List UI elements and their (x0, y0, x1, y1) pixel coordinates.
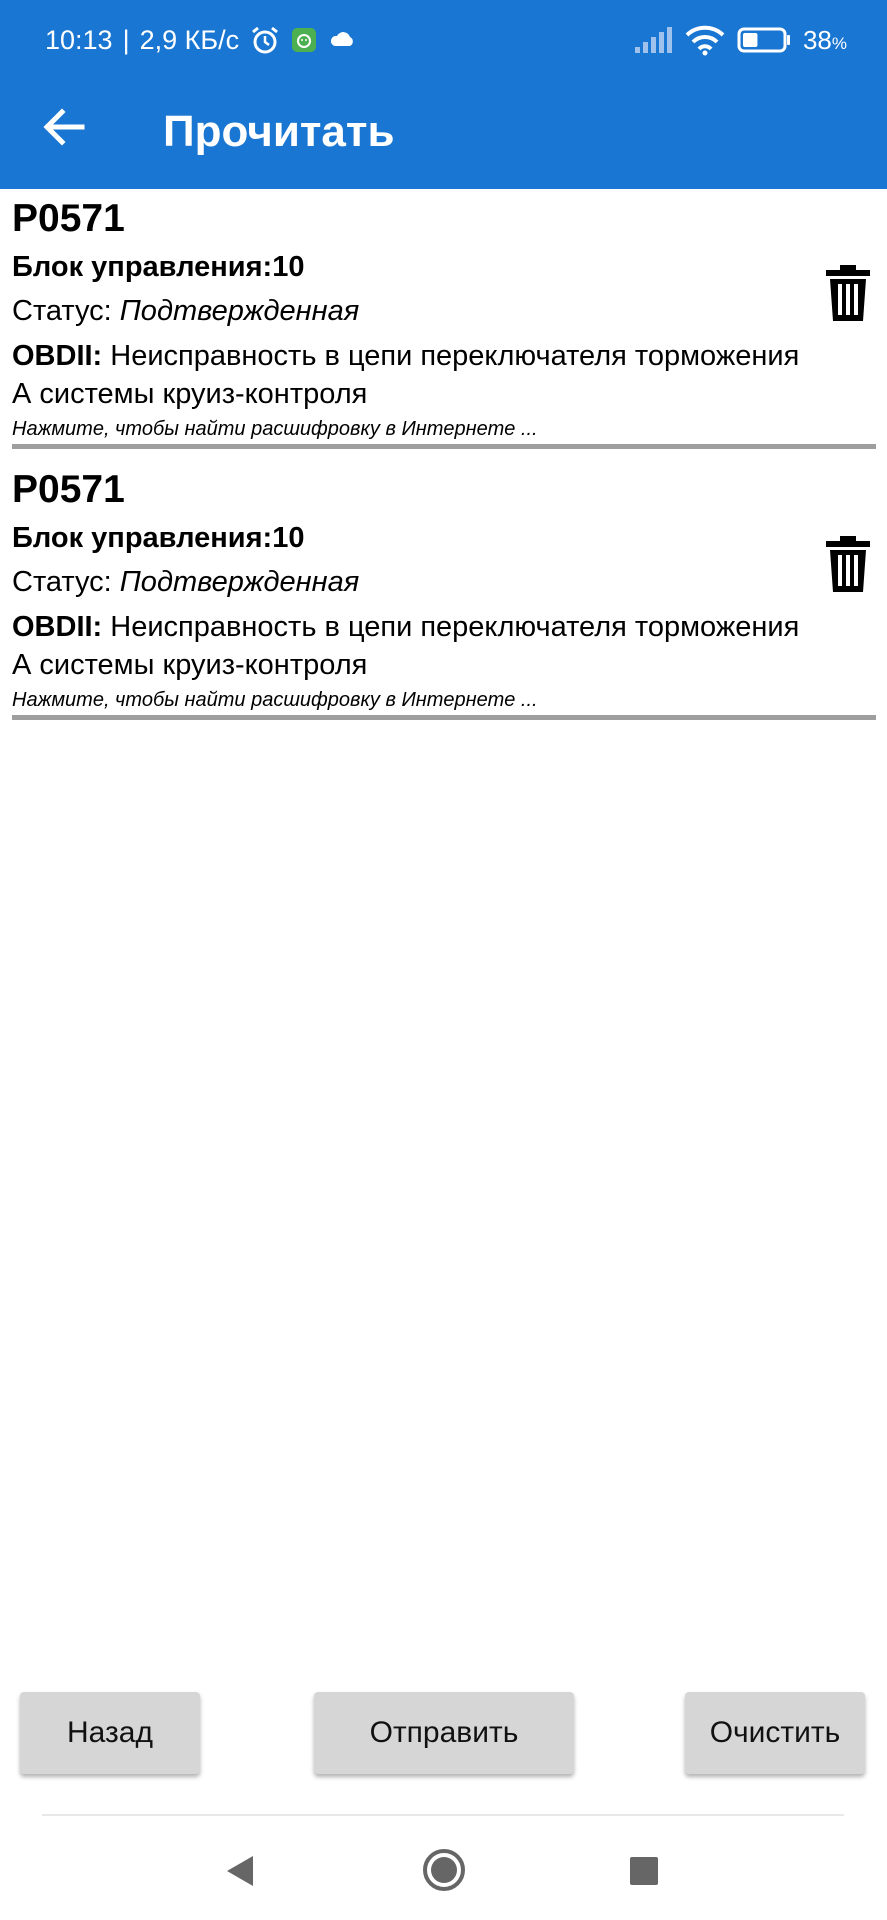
dtc-control-unit: Блок управления:10 (12, 251, 305, 283)
dtc-control-unit: Блок управления:10 (12, 522, 305, 554)
bottom-buttons: Назад Отправить Очистить (0, 1692, 887, 1776)
android-app-icon (292, 28, 317, 52)
dtc-list-item[interactable]: P0571 Блок управления:10 Статус: Подтвер… (0, 460, 887, 731)
app-bar: 10:13 | 2,9 КБ/с 38% Прочитать (0, 0, 887, 189)
dtc-list: P0571 Блок управления:10 Статус: Подтвер… (0, 189, 887, 731)
system-nav-bar (0, 1820, 887, 1920)
dtc-search-hint[interactable]: Нажмите, чтобы найти расшифровку в Интер… (12, 416, 538, 442)
signal-icon (634, 27, 672, 53)
nav-recents-icon[interactable] (629, 1856, 659, 1886)
clear-button[interactable]: Очистить (685, 1692, 865, 1774)
dtc-status: Статус: Подтвержденная (12, 295, 360, 327)
alarm-icon (252, 26, 279, 54)
cloud-icon (330, 32, 353, 46)
status-separator: | (122, 24, 130, 55)
battery-icon (737, 27, 790, 53)
back-button[interactable]: Назад (20, 1692, 200, 1774)
trash-icon[interactable] (826, 265, 870, 321)
dtc-code: P0571 (12, 468, 125, 511)
nav-home-icon[interactable] (422, 1848, 466, 1892)
divider (12, 444, 876, 449)
dtc-search-hint[interactable]: Нажмите, чтобы найти расшифровку в Интер… (12, 687, 538, 713)
back-arrow-icon[interactable] (38, 102, 88, 152)
wifi-icon (685, 25, 725, 56)
trash-icon[interactable] (826, 536, 870, 592)
nav-divider (42, 1814, 844, 1816)
divider (12, 715, 876, 720)
status-right: 38% (633, 22, 847, 58)
status-bar: 10:13 | 2,9 КБ/с 38% (0, 0, 887, 80)
dtc-description: OBDII: Неисправность в цепи переключател… (12, 611, 800, 681)
battery-percent: 38% (802, 24, 847, 55)
status-net-speed: 2,9 КБ/с (139, 24, 240, 55)
nav-back-icon[interactable] (225, 1854, 255, 1888)
dtc-description: OBDII: Неисправность в цепи переключател… (12, 340, 800, 410)
dtc-code: P0571 (12, 197, 125, 240)
status-left: 10:13 | 2,9 КБ/с (45, 22, 357, 58)
status-time: 10:13 (45, 24, 113, 55)
toolbar: Прочитать (0, 80, 887, 189)
dtc-list-item[interactable]: P0571 Блок управления:10 Статус: Подтвер… (0, 189, 887, 460)
send-button[interactable]: Отправить (314, 1692, 574, 1774)
page-title: Прочитать (163, 107, 395, 156)
dtc-status: Статус: Подтвержденная (12, 566, 360, 598)
